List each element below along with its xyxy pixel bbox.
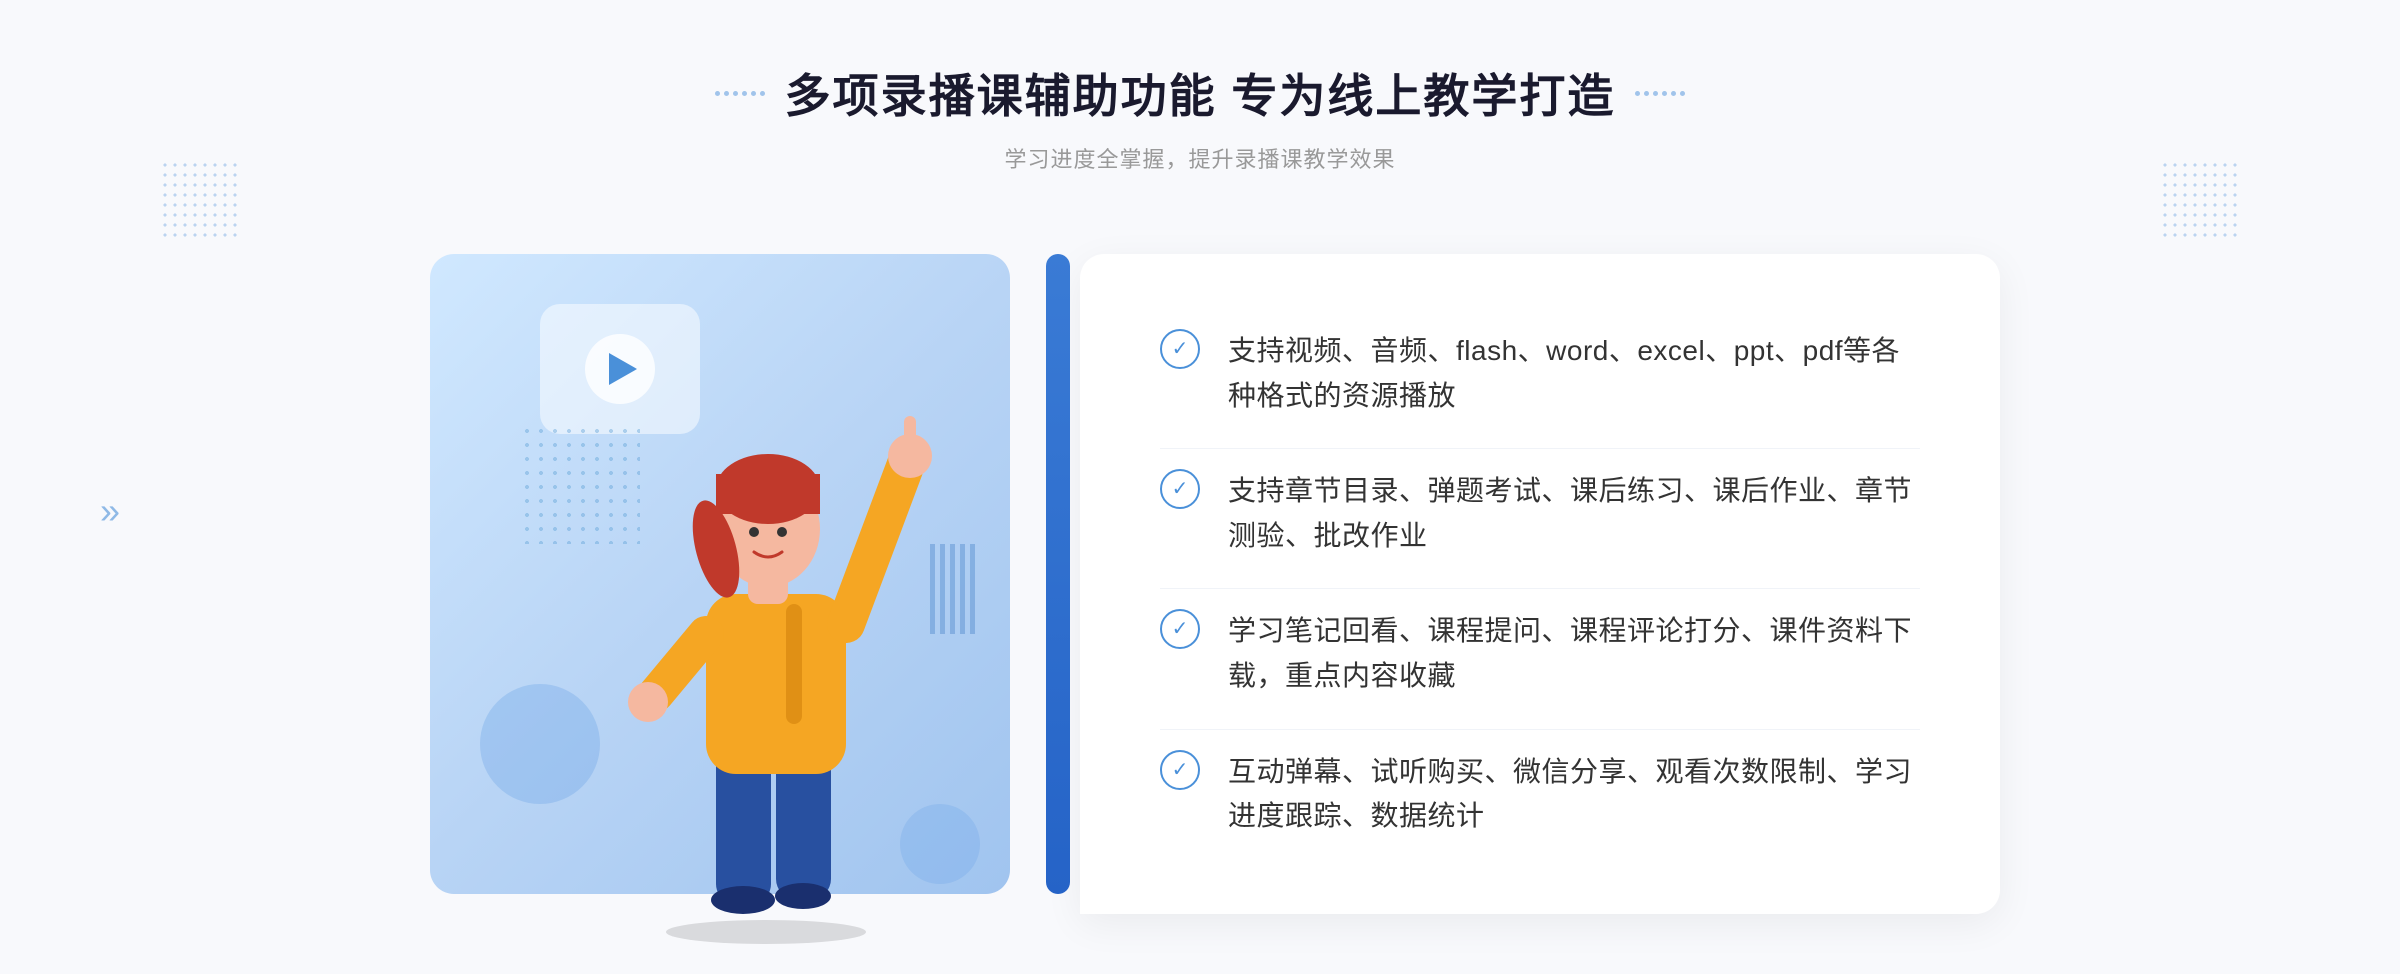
check-mark-1: ✓ xyxy=(1172,339,1189,359)
check-icon-4: ✓ xyxy=(1160,750,1200,790)
feature-text-3: 学习笔记回看、课程提问、课程评论打分、课件资料下载，重点内容收藏 xyxy=(1228,609,1920,699)
page-title: 多项录播课辅助功能 专为线上教学打造 xyxy=(785,60,1616,126)
feature-text-4: 互动弹幕、试听购买、微信分享、观看次数限制、学习进度跟踪、数据统计 xyxy=(1228,750,1920,840)
header-dots-left xyxy=(715,91,765,96)
check-mark-4: ✓ xyxy=(1172,760,1189,780)
check-icon-2: ✓ xyxy=(1160,469,1200,509)
feature-text-2: 支持章节目录、弹题考试、课后练习、课后作业、章节测验、批改作业 xyxy=(1228,469,1920,559)
main-content: ✓ 支持视频、音频、flash、word、excel、ppt、pdf等各种格式的… xyxy=(400,224,2000,944)
feature-item-1: ✓ 支持视频、音频、flash、word、excel、ppt、pdf等各种格式的… xyxy=(1160,309,1920,439)
feature-item-2: ✓ 支持章节目录、弹题考试、课后练习、课后作业、章节测验、批改作业 xyxy=(1160,448,1920,579)
header-dots-right xyxy=(1635,91,1685,96)
person-illustration xyxy=(586,384,946,944)
arrow-left-icon: » xyxy=(100,490,120,532)
play-triangle-icon xyxy=(609,353,637,385)
check-mark-2: ✓ xyxy=(1172,479,1189,499)
illustration-area xyxy=(400,224,1060,944)
page-container: » 多项录播课辅助功能 专为线上教学打造 学习进度全掌握，提升录播课教学效果 xyxy=(0,0,2400,974)
feature-item-4: ✓ 互动弹幕、试听购买、微信分享、观看次数限制、学习进度跟踪、数据统计 xyxy=(1160,729,1920,860)
header-title-row: 多项录播课辅助功能 专为线上教学打造 xyxy=(715,60,1686,126)
features-area: ✓ 支持视频、音频、flash、word、excel、ppt、pdf等各种格式的… xyxy=(1080,254,2000,914)
page-subtitle: 学习进度全掌握，提升录播课教学效果 xyxy=(715,142,1686,174)
feature-item-3: ✓ 学习笔记回看、课程提问、课程评论打分、课件资料下载，重点内容收藏 xyxy=(1160,588,1920,719)
header-section: 多项录播课辅助功能 专为线上教学打造 学习进度全掌握，提升录播课教学效果 xyxy=(715,60,1686,174)
illustration-blue-bar xyxy=(1046,254,1070,894)
check-mark-3: ✓ xyxy=(1172,619,1189,639)
check-icon-1: ✓ xyxy=(1160,329,1200,369)
decorative-dots-left xyxy=(160,160,240,240)
feature-text-1: 支持视频、音频、flash、word、excel、ppt、pdf等各种格式的资源… xyxy=(1228,329,1920,419)
check-icon-3: ✓ xyxy=(1160,609,1200,649)
decorative-dots-right xyxy=(2160,160,2240,240)
illustration-circle-1 xyxy=(480,684,600,804)
